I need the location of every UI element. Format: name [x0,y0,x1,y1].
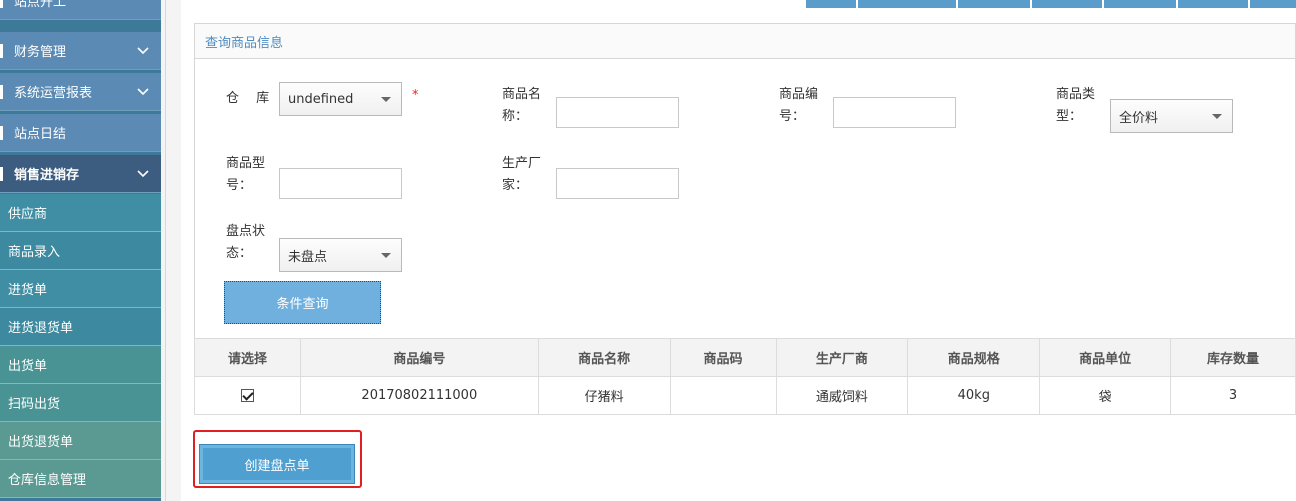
sidebar-item-sales-inventory[interactable]: 销售进销存 [0,155,161,193]
column-header: 请选择 [194,338,301,377]
top-nav-strip [806,0,1296,8]
sidebar-item-label: 出货单 [8,359,48,374]
chevron-down-icon [137,170,149,178]
spec-cell: 40kg [907,376,1041,415]
warehouse-select[interactable]: undefined [279,82,402,116]
product-type-label: 商品类型： [1056,87,1096,124]
required-mark: * [412,88,419,103]
panel-title: 查询商品信息 [195,24,1295,59]
top-nav-tab[interactable] [1250,0,1296,8]
sidebar-item-ops-report[interactable]: 系统运营报表 [0,73,161,111]
sidebar-item-label: 进货退货单 [8,321,74,336]
top-nav-tab[interactable] [1104,0,1178,8]
product-code-input[interactable] [833,97,956,128]
product-code-label: 商品编号： [779,87,819,124]
sidebar: 站点开工 财务管理 系统运营报表 站点日结 销售进销存 供应商 商品录入 进货单… [0,0,161,501]
top-nav-tab[interactable] [958,0,1032,8]
top-nav-tab[interactable] [1178,0,1250,8]
sidebar-item-daily-close[interactable]: 站点日结 [0,114,161,152]
column-header: 生产厂商 [775,338,909,377]
table-header-row: 请选择 商品编号 商品名称 商品码 生产厂商 商品规格 商品单位 库存数量 [194,338,1296,377]
top-nav-tab[interactable] [806,0,858,8]
inventory-status-select[interactable]: 未盘点 [279,238,402,272]
select-cell [194,376,301,415]
product-name-input[interactable] [556,97,679,128]
sidebar-item-label: 系统运营报表 [14,86,93,101]
top-nav-tab[interactable] [1032,0,1104,8]
query-button[interactable]: 条件查询 [224,281,381,324]
product-name-label: 商品名称： [502,87,542,124]
qty-cell: 3 [1170,376,1296,415]
sidebar-item-finance[interactable]: 财务管理 [0,32,161,70]
menu-marker [0,125,3,140]
column-header: 商品单位 [1039,338,1172,377]
sidebar-item-warehouse-info[interactable]: 仓库信息管理 [0,460,161,498]
sidebar-item-supplier[interactable]: 供应商 [0,194,161,232]
inventory-status-label: 盘点状态： [226,224,266,261]
sidebar-item-shipment-return[interactable]: 出货退货单 [0,422,161,460]
warehouse-label: 仓 库 [226,91,270,106]
barcode-cell [669,376,777,415]
sidebar-item-label: 供应商 [8,207,48,222]
sidebar-item-label: 仓库信息管理 [8,473,87,488]
column-header: 库存数量 [1170,338,1296,377]
product-type-select-value: 全价料 [1119,110,1159,126]
name-cell: 仔猪料 [537,376,671,415]
row-checkbox[interactable] [240,389,254,402]
product-table: 请选择 商品编号 商品名称 商品码 生产厂商 商品规格 商品单位 库存数量 20… [194,338,1296,415]
sidebar-item-label: 财务管理 [14,45,67,60]
product-model-input[interactable] [279,168,402,199]
sidebar-item-label: 站点开工 [14,0,67,10]
top-nav-tab[interactable] [858,0,958,8]
sidebar-item-site-open[interactable]: 站点开工 [0,0,161,20]
sidebar-item-label: 进货单 [8,283,48,298]
manufacturer-label: 生产厂家： [502,156,542,193]
dropdown-caret-icon [1212,114,1222,119]
sidebar-item-label: 站点日结 [14,127,67,142]
menu-marker [0,0,3,8]
sidebar-item-shipment[interactable]: 出货单 [0,346,161,384]
column-header: 商品规格 [907,338,1041,377]
table-row: 20170802111000 仔猪料 通威饲料 40kg 袋 3 [194,376,1296,415]
unit-cell: 袋 [1039,376,1172,415]
menu-marker [0,43,3,58]
dropdown-caret-icon [381,97,391,102]
manufacturer-input[interactable] [556,168,679,199]
sidebar-splitter[interactable] [161,0,181,501]
sidebar-item-purchase-order[interactable]: 进货单 [0,270,161,308]
dropdown-caret-icon [381,253,391,258]
create-inventory-button[interactable]: 创建盘点单 [199,444,355,484]
sidebar-item-label: 扫码出货 [8,397,61,412]
sidebar-item-label: 商品录入 [8,245,61,260]
menu-marker [0,84,3,99]
column-header: 商品名称 [537,338,671,377]
sidebar-item-purchase-return[interactable]: 进货退货单 [0,308,161,346]
product-model-label: 商品型号： [226,156,266,193]
warehouse-select-value: undefined [288,91,354,107]
sidebar-item-scan-ship[interactable]: 扫码出货 [0,384,161,422]
inventory-status-select-value: 未盘点 [288,249,328,265]
code-cell: 20170802111000 [299,376,539,415]
chevron-down-icon [137,88,149,96]
product-type-select[interactable]: 全价料 [1110,99,1233,133]
column-header: 商品码 [669,338,777,377]
sidebar-item-label: 出货退货单 [8,435,74,450]
sidebar-item-product-entry[interactable]: 商品录入 [0,232,161,270]
sidebar-item-label: 销售进销存 [14,168,80,183]
maker-cell: 通威饲料 [775,376,909,415]
column-header: 商品编号 [299,338,539,377]
menu-marker [0,166,3,181]
chevron-down-icon [137,47,149,55]
